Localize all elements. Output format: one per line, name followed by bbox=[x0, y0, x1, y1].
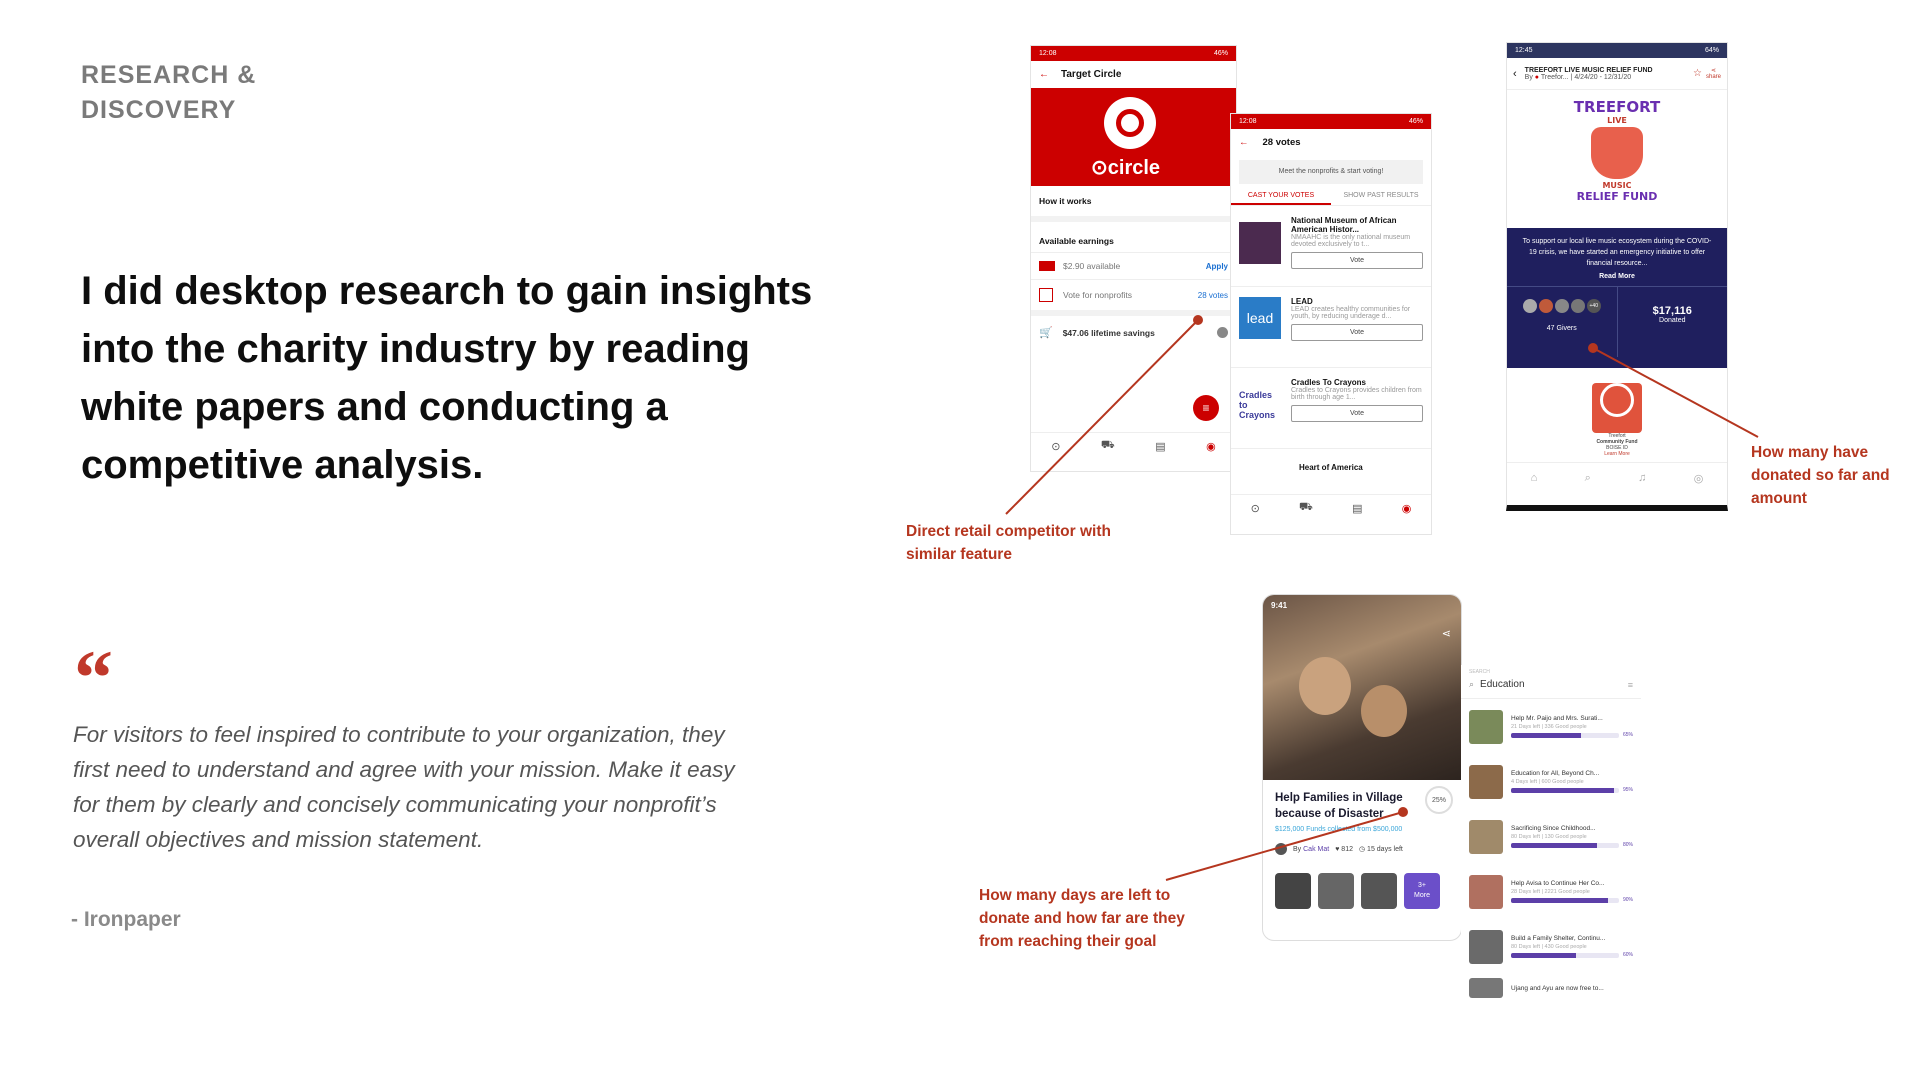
connector-dot-donated bbox=[1588, 343, 1598, 353]
connector-dot-retail bbox=[1193, 315, 1203, 325]
connector-donated bbox=[1592, 347, 1759, 438]
connector-retail bbox=[1005, 319, 1199, 515]
connector-days bbox=[1165, 811, 1404, 881]
annotation-connectors bbox=[1005, 315, 1759, 881]
connector-dot-days bbox=[1398, 807, 1408, 817]
